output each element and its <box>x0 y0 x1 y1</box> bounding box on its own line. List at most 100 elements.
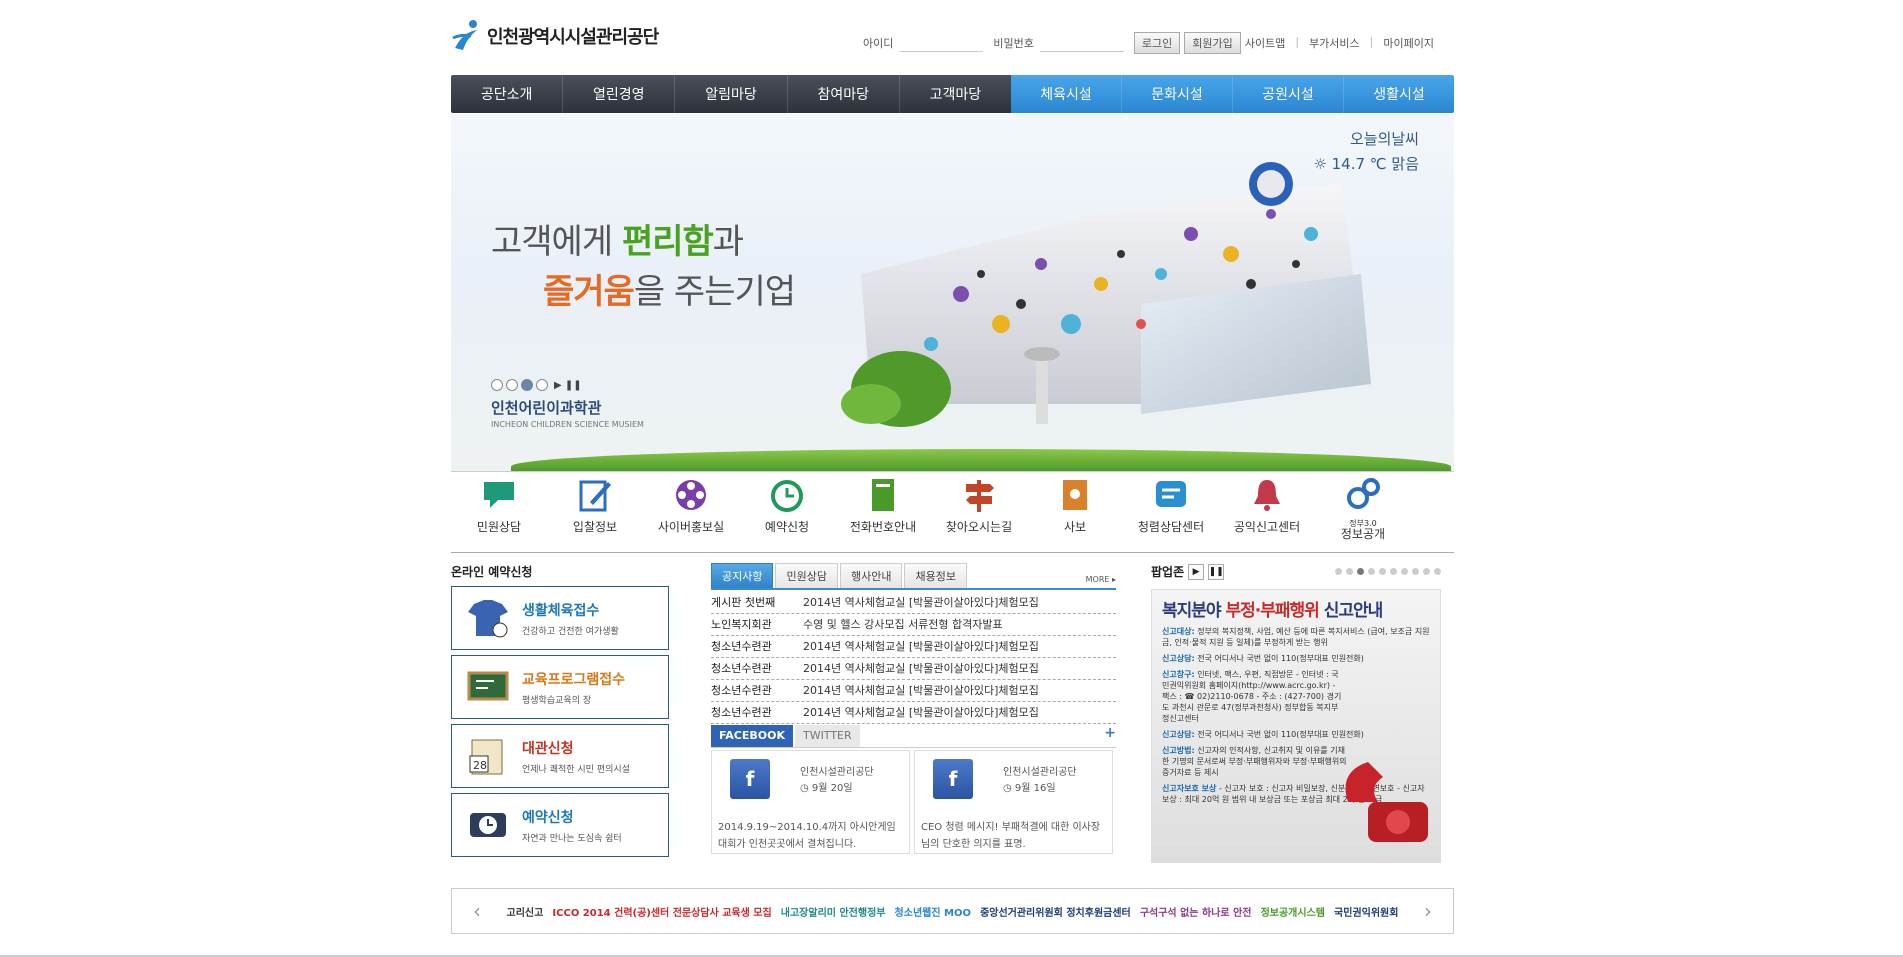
banner-item[interactable]: 정보공개시스템 <box>1261 904 1325 919</box>
gnb-item-customer[interactable]: 고객마당 <box>900 75 1011 113</box>
sns-card-author: 인천시설관리공단 <box>800 767 874 778</box>
online-item-text: 생활체육접수 건강하고 건전한 여가생활 <box>522 600 619 637</box>
slide-dot[interactable] <box>491 379 503 391</box>
popup-panel-welfare-fraud[interactable]: 복지분야 부정·부패행위 신고안내 신고대상: 정부의 복지정책, 사업, 예산… <box>1151 589 1441 863</box>
gnb-item-culture[interactable]: 문화시설 <box>1122 75 1233 113</box>
slide-dot-active[interactable] <box>521 379 533 391</box>
play-icon[interactable]: ▶ <box>1188 563 1205 580</box>
quick-item-label: 사보 <box>1063 520 1087 534</box>
list-item[interactable]: 노인복지회관 수영 및 헬스 강사모집 서류전형 합격자발표 <box>711 614 1116 636</box>
banner-item[interactable]: ICCO 2014 건력(공)센터 전문상담사 교육생 모집 <box>552 904 771 919</box>
popup-panel-title: 복지분야 부정·부패행위 신고안내 <box>1162 596 1430 621</box>
news-category: 청소년수련관 <box>711 662 772 675</box>
main-navigation: 공단소개 열린경영 알림마당 참여마당 고객마당 체육시설 문화시설 공원시설 … <box>451 75 1454 113</box>
tab-facebook[interactable]: FACEBOOK <box>711 725 793 747</box>
news-category: 청소년수련관 <box>711 684 772 697</box>
popup-dot[interactable] <box>1401 568 1408 575</box>
site-logo[interactable]: 인천광역시시설관리공단 <box>451 18 659 54</box>
tab-recruit[interactable]: 채용정보 <box>904 563 967 588</box>
more-link[interactable]: MORE ▸ <box>1086 575 1116 584</box>
slide-caption-en: INCHEON CHILDREN SCIENCE MUSIEM <box>491 420 644 429</box>
mypage-link[interactable]: 마이페이지 <box>1383 35 1434 51</box>
login-id-input[interactable] <box>899 34 984 52</box>
slide-caption: 인천어린이과학관 INCHEON CHILDREN SCIENCE MUSIEM <box>491 397 644 429</box>
gnb-item-about[interactable]: 공단소개 <box>451 75 564 113</box>
popup-dot[interactable] <box>1412 568 1419 575</box>
tab-notice[interactable]: 공지사항 <box>711 563 774 588</box>
popup-dot[interactable] <box>1346 568 1353 575</box>
sns-card-body: CEO 청렴 메시지! 부패척결에 대한 이사장님의 단호한 의지를 표명. <box>921 822 1101 850</box>
news-tabs: 공지사항 민원상담 행사안내 채용정보 MORE ▸ <box>711 563 1116 590</box>
quick-item-cyber-pr[interactable]: 사이버홍보실 <box>643 476 739 552</box>
banner-item[interactable]: 고리신고 <box>507 904 544 919</box>
slide-dot[interactable] <box>536 379 548 391</box>
quick-item-civil-complaint[interactable]: 민원상담 <box>451 476 547 552</box>
online-item-education[interactable]: 교육프로그램접수 평생학습교육의 장 <box>451 655 669 719</box>
gnb-item-sports[interactable]: 체육시설 <box>1011 75 1122 113</box>
quick-item-info-disclosure[interactable]: 정부3.0 정보공개 <box>1315 476 1411 552</box>
popup-line: 신고방법: 신고자의 인적사항, 신고취지 및 이유를 기재한 기명의 문서로써… <box>1162 745 1352 778</box>
sns-tabs: FACEBOOK TWITTER + <box>711 725 1116 748</box>
slide-dot[interactable] <box>506 379 518 391</box>
sns-card[interactable]: f 인천시설관리공단 ◷ 9월 16일 CEO 청렴 메시지! 부패척결에 대한… <box>914 750 1113 854</box>
online-item-booking[interactable]: 예약신청 자연과 만나는 도심속 쉼터 <box>451 793 669 857</box>
quick-item-label: 정보공개 <box>1340 527 1386 541</box>
popup-line-value: 정부의 복지정책, 사업, 예산 등에 따른 복지서비스 (급여, 보조금 지원… <box>1162 627 1430 647</box>
banner-prev-button[interactable]: ‹ <box>452 899 502 923</box>
join-button[interactable]: 회원가입 <box>1184 32 1241 54</box>
bell-icon <box>1254 480 1280 511</box>
online-item-sports[interactable]: 생활체육접수 건강하고 건전한 여가생활 <box>451 586 669 650</box>
banner-item[interactable]: 내고장알리미 안전행정부 <box>781 904 886 919</box>
popup-dot[interactable] <box>1368 568 1375 575</box>
gnb-item-park[interactable]: 공원시설 <box>1233 75 1344 113</box>
gnb-item-living[interactable]: 생활시설 <box>1344 75 1454 113</box>
banner-item[interactable]: 구석구석 없는 하나로 안전 <box>1140 904 1252 919</box>
banner-item[interactable]: 국민권익위원회 <box>1334 904 1398 919</box>
list-item[interactable]: 청소년수련관 2014년 역사체험교실 [박물관이살아있다]체험모집 <box>711 680 1116 702</box>
extra-services-link[interactable]: 부가서비스 <box>1309 35 1360 51</box>
sns-card[interactable]: f 인천시설관리공단 ◷ 9월 20일 2014.9.19~2014.10.4까… <box>711 750 910 854</box>
tab-events[interactable]: 행사안내 <box>839 563 903 588</box>
online-item-text: 예약신청 자연과 만나는 도심속 쉼터 <box>522 807 622 844</box>
popup-dot[interactable] <box>1434 568 1441 575</box>
sns-more-button[interactable]: + <box>1104 725 1116 747</box>
login-pw-input[interactable] <box>1039 34 1124 52</box>
quick-item-phonebook[interactable]: 전화번호안내 <box>835 476 931 552</box>
logo-mark-icon <box>452 20 477 50</box>
quick-item-reservation[interactable]: 예약신청 <box>739 476 835 552</box>
gnb-item-management[interactable]: 열린경영 <box>563 75 676 113</box>
login-button[interactable]: 로그인 <box>1133 32 1181 54</box>
list-item[interactable]: 청소년수련관 2014년 역사체험교실 [박물관이살아있다]체험모집 <box>711 636 1116 658</box>
popup-dot[interactable] <box>1390 568 1397 575</box>
popup-dot[interactable] <box>1423 568 1430 575</box>
list-item[interactable]: 청소년수련관 2014년 역사체험교실 [박물관이살아있다]체험모집 <box>711 658 1116 680</box>
chat-icon <box>1156 481 1186 507</box>
sitemap-link[interactable]: 사이트맵 <box>1245 35 1285 51</box>
tab-twitter[interactable]: TWITTER <box>794 725 860 747</box>
popup-dot[interactable] <box>1379 568 1386 575</box>
slogan-highlight-convenience: 편리함 <box>621 222 714 262</box>
gnb-item-participation[interactable]: 참여마당 <box>788 75 900 113</box>
slide-play-pause-controls[interactable]: ▶ ❚❚ <box>554 380 582 391</box>
banner-item[interactable]: 중앙선거관리위원회 정치후원금센터 <box>980 904 1131 919</box>
quick-item-public-report[interactable]: 공익신고센터 <box>1219 476 1315 552</box>
quick-item-directions[interactable]: 찾아오시는길 <box>931 476 1027 552</box>
list-item[interactable]: 청소년수련관 2014년 역사체험교실 [박물관이살아있다]체험모집 <box>711 702 1116 724</box>
news-title: 2014년 역사체험교실 [박물관이살아있다]체험모집 <box>803 640 1039 653</box>
list-item[interactable]: 게시판 첫번째 2014년 역사체험교실 [박물관이살아있다]체험모집 <box>711 592 1116 614</box>
tab-civil-consult[interactable]: 민원상담 <box>775 563 838 588</box>
popup-dot-active[interactable] <box>1357 568 1364 575</box>
banner-next-button[interactable]: › <box>1403 899 1453 923</box>
news-category: 노인복지회관 <box>711 618 772 631</box>
gnb-item-notice[interactable]: 알림마당 <box>675 75 788 113</box>
quick-item-label: 입찰정보 <box>572 520 618 534</box>
pause-icon[interactable]: ❚❚ <box>1208 563 1225 580</box>
quick-item-integrity-center[interactable]: 청렴상담센터 <box>1123 476 1219 552</box>
online-item-rental[interactable]: 28 대관신청 언제나 쾌적한 시민 편의시설 <box>451 724 669 788</box>
quick-item-magazine[interactable]: 사보 <box>1027 476 1123 552</box>
banner-item[interactable]: 청소년웹진 MOO <box>895 904 971 919</box>
popup-dot[interactable] <box>1335 568 1342 575</box>
online-item-sub: 평생학습교육의 장 <box>522 695 592 706</box>
online-item-text: 교육프로그램접수 평생학습교육의 장 <box>522 669 625 706</box>
quick-item-bidding[interactable]: 입찰정보 <box>547 476 643 552</box>
